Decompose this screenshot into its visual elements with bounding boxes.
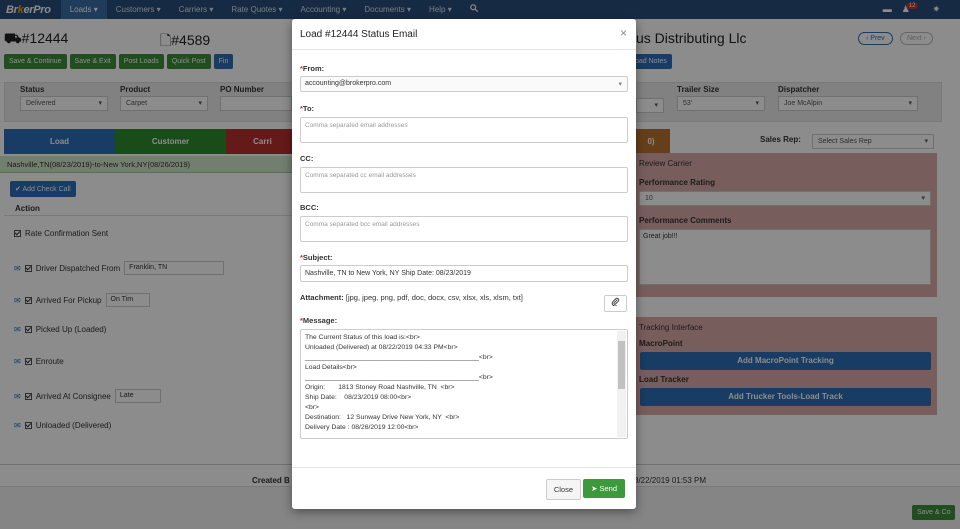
send-button[interactable]: ➤ Send [583, 479, 625, 498]
message-line: ________________________________________… [305, 354, 493, 361]
attachment-types: [jpg, jpeg, png, pdf, doc, docx, csv, xl… [345, 293, 523, 302]
close-icon[interactable]: × [620, 26, 627, 40]
message-line: Ship Date: 08/23/2019 08:00<br> [305, 394, 412, 401]
modal-title: Load #12444 Status Email [300, 29, 418, 40]
bcc-label: BCC: [300, 203, 319, 212]
send-label: Send [599, 484, 617, 493]
message-line: Unloaded (Delivered) at 08/22/2019 04:33… [305, 344, 458, 351]
from-value: accounting@brokerpro.com [305, 80, 392, 87]
from-label: *From: [300, 64, 325, 73]
subject-label: *Subject: [300, 253, 333, 262]
message-line: Delivery Date : 08/26/2019 12:00<br> [305, 424, 419, 431]
from-select[interactable]: accounting@brokerpro.com ▾ [300, 76, 628, 92]
close-button[interactable]: Close [545, 479, 581, 500]
message-scrollbar[interactable] [617, 331, 626, 437]
message-line: The Current Status of this load is:<br> [305, 334, 420, 341]
attachment-label: Attachment: [300, 293, 344, 302]
status-email-modal: Load #12444 Status Email × *From: accoun… [292, 19, 636, 509]
message-line: ________________________________________… [305, 374, 493, 381]
modal-header: Load #12444 Status Email × [292, 19, 636, 50]
message-textarea[interactable]: The Current Status of this load is:<br> … [300, 329, 628, 439]
cc-input[interactable]: Comma separated cc email addresses [300, 167, 628, 193]
message-label: *Message: [300, 316, 338, 325]
scrollbar-thumb[interactable] [618, 341, 625, 389]
attachment-row: Attachment: [jpg, jpeg, png, pdf, doc, d… [300, 293, 523, 302]
paperclip-icon[interactable] [604, 295, 627, 312]
message-line: <br> [305, 404, 319, 411]
subject-input[interactable]: Nashville, TN to New York, NY Ship Date:… [300, 265, 628, 282]
message-line: Origin: 1813 Stoney Road Nashville, TN <… [305, 384, 455, 391]
chevron-down-icon: ▾ [618, 81, 622, 88]
bcc-input[interactable]: Comma separated bcc email addresses [300, 216, 628, 242]
send-icon: ➤ [591, 484, 598, 493]
to-label: *To: [300, 104, 315, 113]
modal-footer: Close ➤ Send [292, 467, 636, 509]
cc-label: CC: [300, 154, 314, 163]
message-line: Load Details<br> [305, 364, 357, 371]
to-input[interactable]: Comma separated email addresses [300, 117, 628, 143]
message-line: Destination: 12 Sunway Drive New York, N… [305, 414, 460, 421]
